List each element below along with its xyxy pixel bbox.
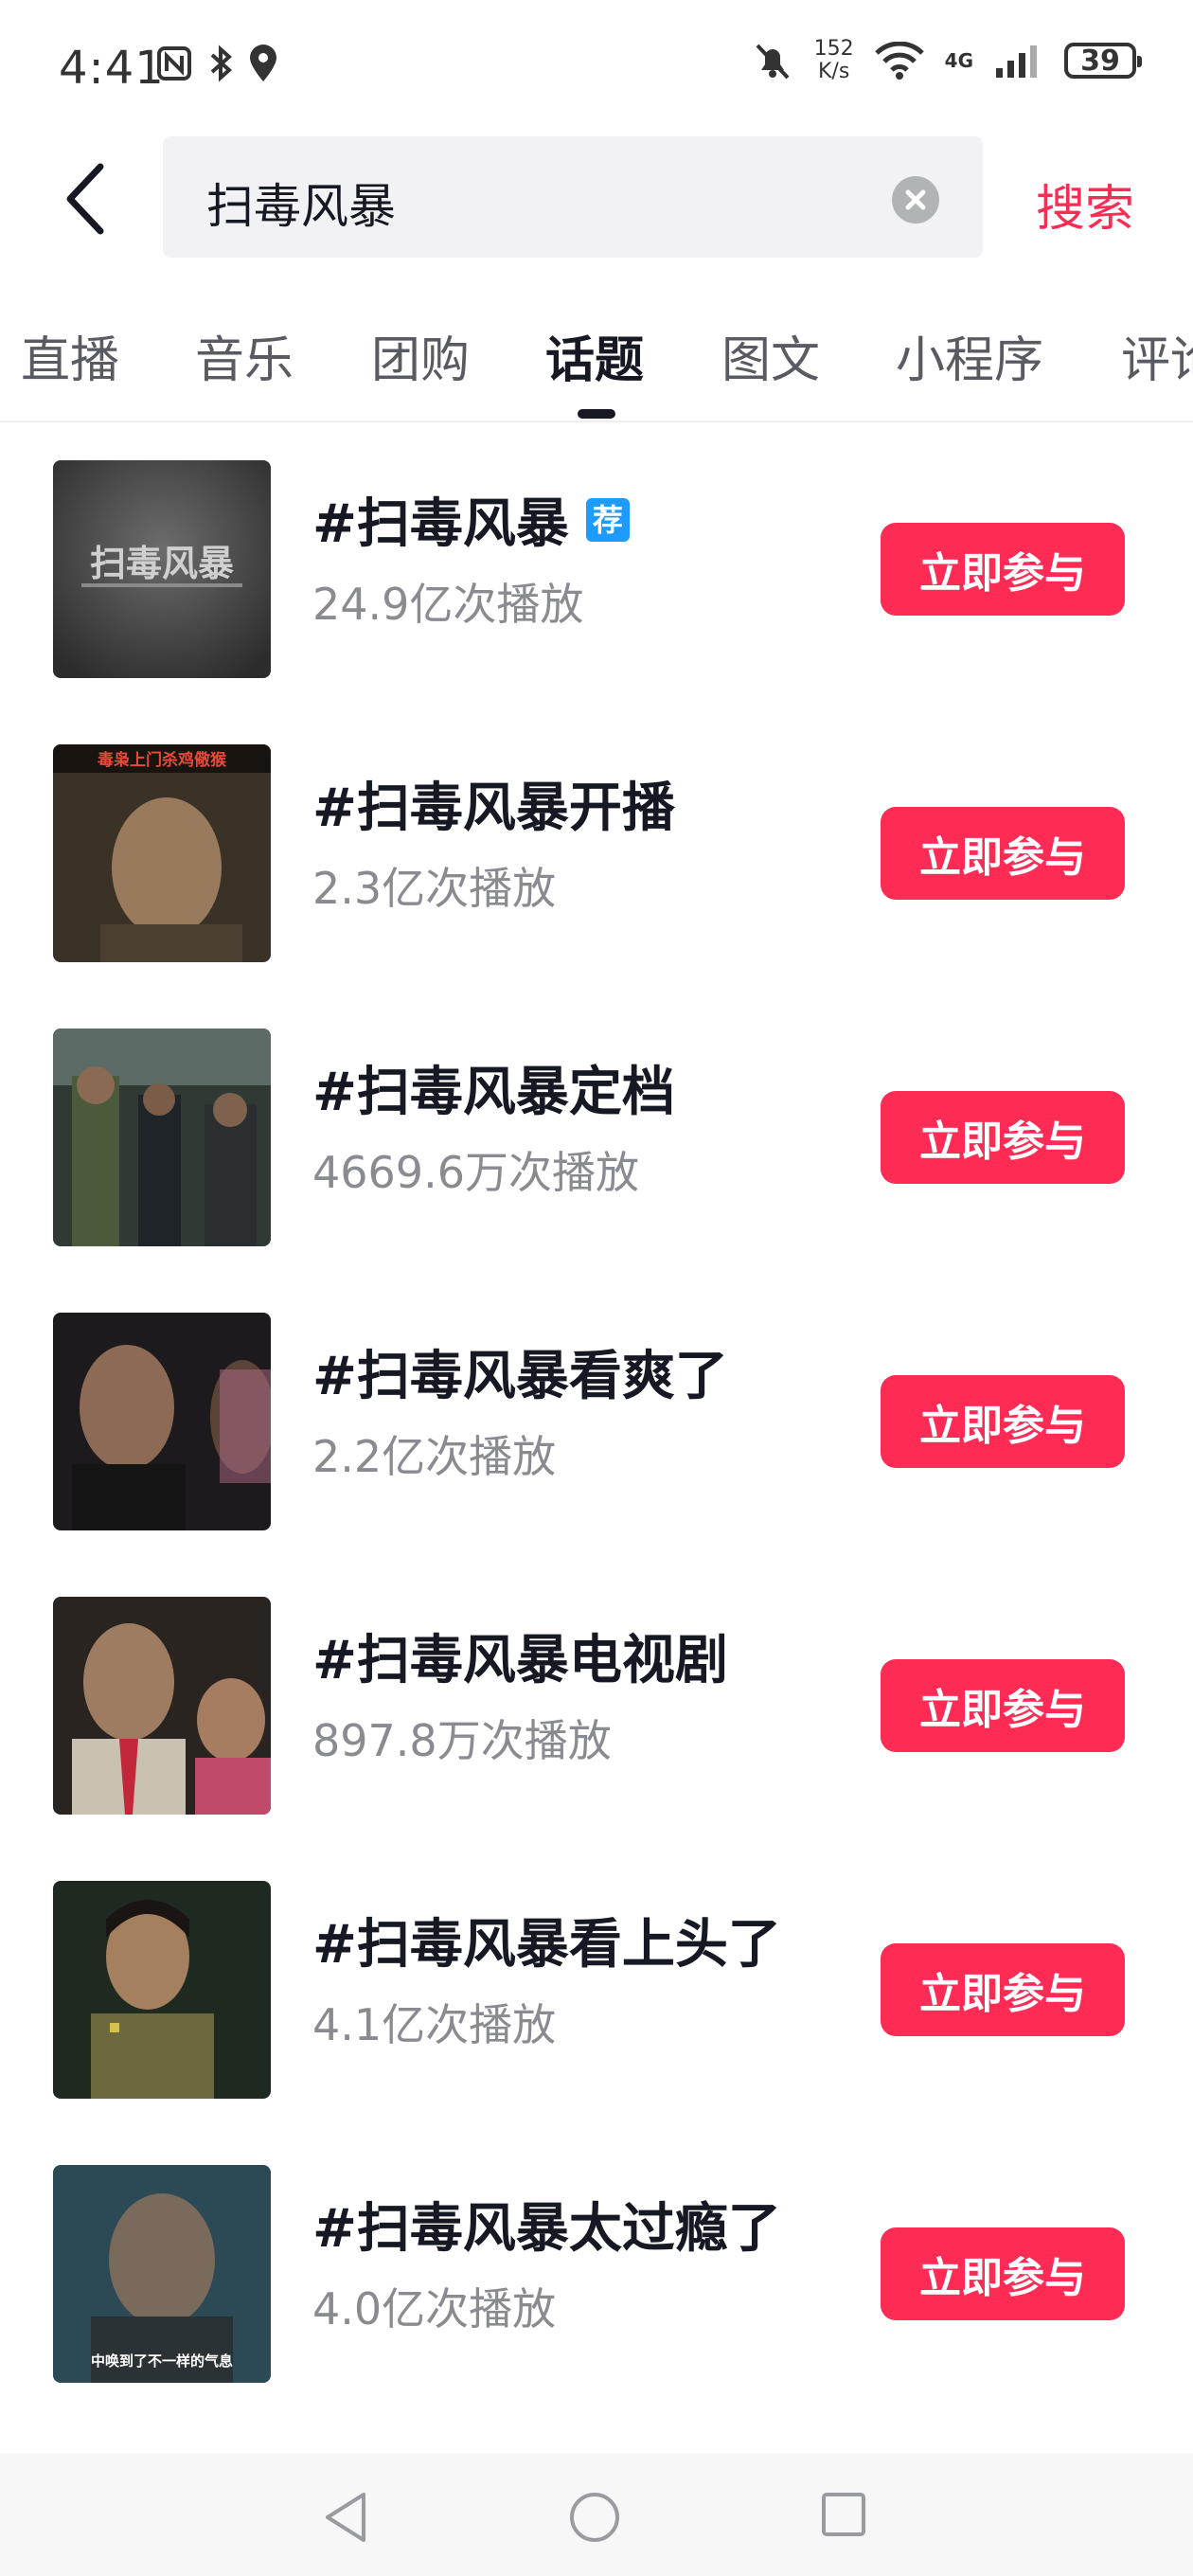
- topic-title: #扫毒风暴开播: [312, 765, 675, 842]
- mute-bell-icon: [756, 44, 790, 80]
- tab-topics[interactable]: 话题: [545, 320, 644, 391]
- topic-title: #扫毒风暴定档: [312, 1049, 675, 1126]
- back-button[interactable]: [57, 161, 123, 237]
- search-query: 扫毒风暴: [206, 179, 396, 234]
- topic-play-count: 2.2亿次播放: [312, 1431, 557, 1482]
- clear-icon: [905, 189, 926, 210]
- topic-title-text: #扫毒风暴看爽了: [312, 1346, 728, 1407]
- wifi-icon: [874, 42, 924, 80]
- topic-thumbnail[interactable]: 中唤到了不一样的气息: [53, 2165, 271, 2383]
- topic-title: #扫毒风暴太过瘾了: [312, 2186, 781, 2263]
- tab-mini-program[interactable]: 小程序: [896, 320, 1043, 391]
- status-right-icons: 152 K/s 4G 39: [752, 38, 1142, 83]
- circle-home-icon: [570, 2493, 619, 2542]
- topic-play-count: 4.1亿次播放: [312, 1999, 557, 2050]
- tab-live[interactable]: 直播: [21, 320, 119, 391]
- topic-title: #扫毒风暴看爽了: [312, 1333, 728, 1410]
- thumbnail-caption: 中唤到了不一样的气息: [91, 2352, 233, 2370]
- square-recent-icon: [822, 2493, 865, 2536]
- join-button[interactable]: 立即参与: [881, 2227, 1125, 2320]
- bluetooth-icon: [210, 45, 233, 82]
- recommended-badge: 荐: [585, 497, 630, 542]
- nfc-icon: [157, 46, 191, 80]
- location-icon: [250, 45, 276, 81]
- join-button[interactable]: 立即参与: [881, 523, 1125, 616]
- nav-recent-button[interactable]: [820, 2491, 867, 2542]
- network-speed: 152 K/s: [814, 38, 854, 83]
- list-item[interactable]: 扫毒风暴 #扫毒风暴 荐 24.9亿次播放 立即参与: [0, 428, 1193, 712]
- nav-home-button[interactable]: [568, 2491, 621, 2548]
- search-button[interactable]: 搜索: [1036, 169, 1134, 240]
- search-input[interactable]: 扫毒风暴: [163, 136, 983, 258]
- search-header: 扫毒风暴 搜索: [0, 133, 1193, 265]
- thumbnail-title-art: 扫毒风暴: [90, 543, 234, 584]
- list-item[interactable]: 中唤到了不一样的气息 #扫毒风暴太过瘾了 4.0亿次播放 立即参与: [0, 2133, 1193, 2417]
- join-button[interactable]: 立即参与: [881, 1375, 1125, 1468]
- battery-indicator: 39: [1064, 43, 1142, 79]
- topic-thumbnail[interactable]: [53, 1029, 271, 1246]
- nav-back-button[interactable]: [322, 2491, 369, 2548]
- join-button[interactable]: 立即参与: [881, 807, 1125, 900]
- tab-image-text[interactable]: 图文: [721, 320, 820, 391]
- join-button[interactable]: 立即参与: [881, 1091, 1125, 1184]
- topic-title-text: #扫毒风暴太过瘾了: [312, 2198, 781, 2260]
- tab-group-buy[interactable]: 团购: [371, 320, 470, 391]
- topic-title-text: #扫毒风暴看上头了: [312, 1914, 781, 1976]
- topic-play-count: 4.0亿次播放: [312, 2283, 557, 2334]
- topic-play-count: 24.9亿次播放: [312, 579, 584, 630]
- topic-thumbnail[interactable]: [53, 1881, 271, 2099]
- category-tabs: 直播 音乐 团购 话题 图文 小程序 评论: [0, 303, 1193, 422]
- topic-thumbnail[interactable]: 毒枭上门杀鸡儆猴: [53, 744, 271, 962]
- topic-title: #扫毒风暴电视剧: [312, 1618, 728, 1694]
- list-item[interactable]: #扫毒风暴定档 4669.6万次播放 立即参与: [0, 996, 1193, 1280]
- speed-unit: K/s: [818, 60, 850, 83]
- clear-button[interactable]: [892, 176, 939, 224]
- status-bar: 4:41 152 K/s 4G 39: [0, 0, 1193, 133]
- topic-title-text: #扫毒风暴: [312, 493, 569, 555]
- battery-level: 39: [1080, 44, 1120, 78]
- topic-title: #扫毒风暴 荐: [312, 481, 630, 558]
- topic-title-text: #扫毒风暴定档: [312, 1062, 675, 1123]
- topic-title-text: #扫毒风暴开播: [312, 778, 675, 839]
- thumbnail-caption: 毒枭上门杀鸡儆猴: [98, 750, 227, 770]
- topic-title: #扫毒风暴看上头了: [312, 1902, 781, 1978]
- status-time: 4:41: [59, 42, 165, 95]
- system-nav-bar: [0, 2453, 1193, 2576]
- topic-thumbnail[interactable]: [53, 1597, 271, 1815]
- list-item[interactable]: #扫毒风暴电视剧 897.8万次播放 立即参与: [0, 1565, 1193, 1849]
- chevron-left-icon: [66, 163, 104, 235]
- active-tab-indicator: [578, 409, 615, 419]
- triangle-back-icon: [326, 2493, 365, 2542]
- tab-comments[interactable]: 评论: [1121, 320, 1193, 391]
- speed-value: 152: [813, 37, 854, 61]
- tab-music[interactable]: 音乐: [195, 320, 294, 391]
- status-left-icons: [155, 44, 278, 83]
- signal-icon: [996, 45, 1037, 78]
- topic-play-count: 897.8万次播放: [312, 1715, 612, 1766]
- list-item[interactable]: 毒枭上门杀鸡儆猴 #扫毒风暴开播 2.3亿次播放 立即参与: [0, 712, 1193, 996]
- join-button[interactable]: 立即参与: [881, 1943, 1125, 2036]
- topic-thumbnail[interactable]: [53, 1313, 271, 1530]
- list-item[interactable]: #扫毒风暴看上头了 4.1亿次播放 立即参与: [0, 1849, 1193, 2133]
- topic-title-text: #扫毒风暴电视剧: [312, 1630, 728, 1691]
- join-button[interactable]: 立即参与: [881, 1659, 1125, 1752]
- list-item[interactable]: #扫毒风暴看爽了 2.2亿次播放 立即参与: [0, 1280, 1193, 1565]
- topic-play-count: 4669.6万次播放: [312, 1147, 639, 1198]
- topic-thumbnail[interactable]: 扫毒风暴: [53, 460, 271, 678]
- network-type: 4G: [944, 49, 973, 72]
- topic-play-count: 2.3亿次播放: [312, 863, 557, 914]
